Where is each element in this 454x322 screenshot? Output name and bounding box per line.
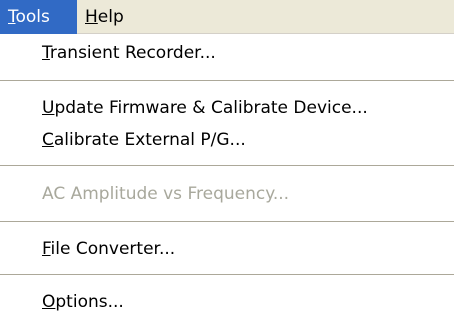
menu-help-label: elp	[97, 7, 124, 27]
menu-item-transient-recorder[interactable]: Transient Recorder...	[0, 38, 454, 68]
menu-item-options[interactable]: Options...	[0, 287, 454, 317]
menu-separator	[0, 80, 454, 81]
menu-item-mnemonic: F	[42, 239, 51, 259]
menu-item-mnemonic: T	[42, 43, 50, 63]
menu-item-label: alibrate External P/G...	[53, 130, 246, 150]
menu-separator	[0, 165, 454, 166]
menu-item-label: ptions...	[55, 292, 124, 312]
tools-dropdown-menu: Transient Recorder... Update Firmware & …	[0, 34, 454, 322]
menu-item-mnemonic: C	[42, 130, 54, 150]
menu-tools-mnemonic: T	[8, 7, 16, 27]
menu-separator	[0, 274, 454, 275]
menu-bar: Tools Help	[0, 0, 454, 34]
menu-item-label: AC Amplitude vs Frequency...	[42, 184, 290, 204]
menu-item-label: ransient Recorder...	[49, 43, 216, 63]
menu-item-calibrate-external[interactable]: Calibrate External P/G...	[0, 125, 454, 155]
menu-item-update-firmware[interactable]: Update Firmware & Calibrate Device...	[0, 93, 454, 123]
menu-item-mnemonic: U	[42, 98, 55, 118]
menu-tools[interactable]: Tools	[0, 0, 77, 34]
menu-item-label: pdate Firmware & Calibrate Device...	[54, 98, 368, 118]
menu-separator	[0, 221, 454, 222]
menu-item-ac-amplitude: AC Amplitude vs Frequency...	[0, 179, 454, 209]
menu-item-file-converter[interactable]: File Converter...	[0, 234, 454, 264]
menu-tools-label: ools	[15, 7, 50, 27]
menu-help-mnemonic: H	[85, 7, 98, 27]
menu-item-mnemonic: O	[42, 292, 56, 312]
menu-item-label: ile Converter...	[50, 239, 176, 259]
menu-help[interactable]: Help	[77, 0, 147, 34]
